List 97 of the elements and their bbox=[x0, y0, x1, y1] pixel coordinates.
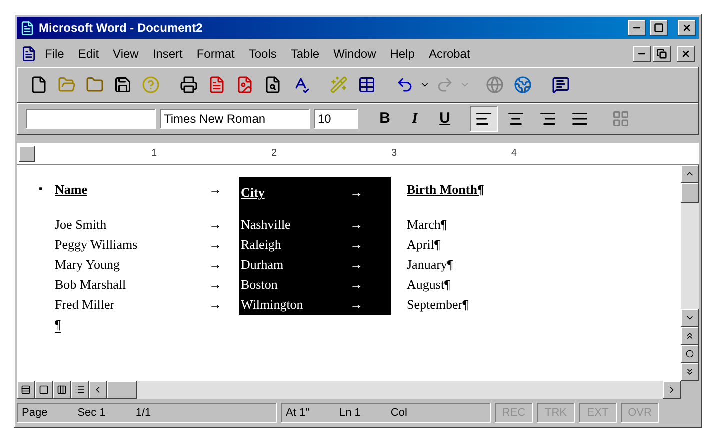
document-icon bbox=[21, 46, 37, 62]
window-title: Microsoft Word - Document2 bbox=[39, 20, 204, 37]
browse-object-button[interactable] bbox=[681, 345, 699, 363]
tab-mark: → bbox=[209, 181, 222, 199]
close-icon bbox=[682, 23, 692, 33]
tab-mark: → bbox=[209, 276, 222, 294]
menu-item[interactable]: Tools bbox=[242, 45, 283, 63]
name-text: Bob Marshall bbox=[55, 276, 126, 294]
menu-item[interactable]: Window bbox=[328, 45, 382, 63]
status-text: Col bbox=[390, 406, 408, 421]
end-mark: ¶ bbox=[55, 317, 61, 333]
scroll-thumb[interactable] bbox=[107, 381, 137, 399]
menu-item[interactable]: File bbox=[39, 45, 70, 63]
close-button[interactable] bbox=[677, 46, 695, 62]
double-up-arrow-icon bbox=[685, 331, 695, 341]
tab-mark: → bbox=[209, 296, 222, 314]
align-justify-icon bbox=[571, 110, 589, 128]
tab-mark: → bbox=[209, 256, 222, 274]
ruler-number: 4 bbox=[511, 147, 517, 161]
view-button[interactable] bbox=[53, 381, 71, 399]
app-icon bbox=[20, 20, 35, 36]
double-down-arrow-icon bbox=[685, 367, 695, 377]
name-text: Mary Young bbox=[55, 256, 120, 274]
circle-icon bbox=[686, 350, 694, 358]
status-text: Page bbox=[22, 406, 48, 421]
minimize-button[interactable] bbox=[633, 46, 651, 62]
ruler-number: 2 bbox=[271, 147, 277, 161]
align-left-icon bbox=[475, 110, 493, 128]
name-text: Peggy Williams bbox=[55, 236, 138, 254]
menu-item[interactable]: Acrobat bbox=[422, 45, 476, 63]
view-icon bbox=[21, 385, 31, 395]
scroll-left-button[interactable] bbox=[89, 381, 107, 399]
scroll-right-button[interactable] bbox=[663, 381, 681, 399]
alignment-button[interactable] bbox=[470, 106, 498, 132]
bullet-mark: ▪ bbox=[39, 183, 44, 197]
style-field[interactable] bbox=[26, 109, 156, 129]
scroll-down-button[interactable] bbox=[681, 309, 699, 327]
minimize-button[interactable] bbox=[628, 20, 646, 36]
tab-mark: → bbox=[350, 276, 363, 294]
city-text: Boston bbox=[241, 276, 278, 294]
ruler-number: 1 bbox=[151, 147, 157, 161]
tab-mark: → bbox=[350, 236, 363, 254]
name-text: Joe Smith bbox=[55, 216, 107, 234]
city-text: Nashville bbox=[241, 216, 291, 234]
menu-item[interactable]: Table bbox=[284, 45, 326, 63]
scroll-thumb[interactable] bbox=[681, 183, 699, 203]
month-text: Birth Month¶ bbox=[407, 181, 484, 199]
city-text: City bbox=[241, 184, 265, 202]
menu-item[interactable]: Edit bbox=[72, 45, 106, 63]
close-icon bbox=[681, 49, 691, 59]
close-button[interactable] bbox=[678, 20, 696, 36]
name-text: Fred Miller bbox=[55, 296, 115, 314]
maximize-icon bbox=[654, 23, 664, 33]
restore-button[interactable] bbox=[653, 46, 671, 62]
view-button[interactable] bbox=[35, 381, 53, 399]
font-field[interactable]: Times New Roman bbox=[160, 109, 310, 129]
view-icon bbox=[75, 385, 85, 395]
month-text: April¶ bbox=[407, 236, 440, 254]
tab-mark: → bbox=[350, 296, 363, 314]
menu-item[interactable]: Insert bbox=[146, 45, 189, 63]
menu-item[interactable]: View bbox=[107, 45, 145, 63]
size-field[interactable]: 10 bbox=[314, 109, 358, 129]
tab-mark: → bbox=[350, 184, 363, 202]
status-text: Sec 1 bbox=[78, 406, 106, 421]
tab-mark: → bbox=[350, 216, 363, 234]
menu-item[interactable]: Help bbox=[384, 45, 421, 63]
view-icon bbox=[39, 385, 49, 395]
month-text: September¶ bbox=[407, 296, 468, 314]
view-icon bbox=[57, 385, 67, 395]
tab-mark: → bbox=[350, 256, 363, 274]
restore-icon bbox=[657, 49, 667, 59]
tab-mark: → bbox=[209, 216, 222, 234]
status-text: At 1" bbox=[286, 406, 310, 421]
maximize-button[interactable] bbox=[650, 20, 668, 36]
bold-button[interactable]: B bbox=[372, 108, 398, 130]
status-text: Ln 1 bbox=[339, 406, 361, 421]
align-right-icon bbox=[539, 110, 557, 128]
underline-button[interactable]: U bbox=[432, 108, 458, 130]
city-text: Durham bbox=[241, 256, 284, 274]
name-text: Name bbox=[55, 181, 88, 199]
align-center-icon bbox=[507, 110, 525, 128]
menu-item[interactable]: Format bbox=[190, 45, 241, 63]
tab-mark: → bbox=[209, 236, 222, 254]
previous-page-button[interactable] bbox=[681, 327, 699, 345]
status-text: 1/1 bbox=[136, 406, 152, 421]
month-text: March¶ bbox=[407, 216, 447, 234]
city-text: Wilmington bbox=[241, 296, 304, 314]
scroll-up-button[interactable] bbox=[681, 165, 699, 183]
tab-stop-icon[interactable] bbox=[19, 146, 35, 162]
view-button[interactable] bbox=[71, 381, 89, 399]
city-text: Raleigh bbox=[241, 236, 282, 254]
ruler-number: 3 bbox=[391, 147, 397, 161]
month-text: January¶ bbox=[407, 256, 454, 274]
italic-button[interactable]: I bbox=[402, 108, 428, 130]
next-page-button[interactable] bbox=[681, 363, 699, 381]
view-button[interactable] bbox=[17, 381, 35, 399]
month-text: August¶ bbox=[407, 276, 450, 294]
